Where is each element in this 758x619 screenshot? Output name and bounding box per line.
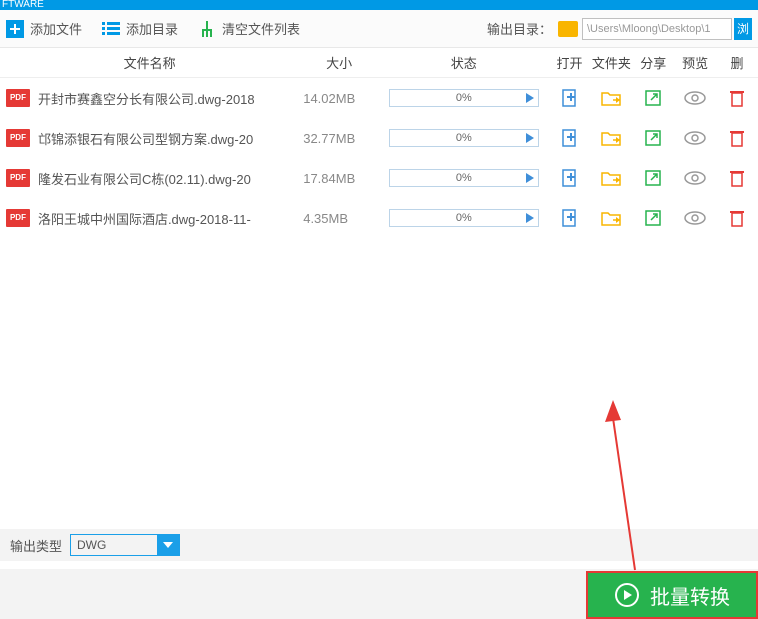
add-dir-button[interactable]: 添加目录 [102,19,178,38]
preview-button[interactable] [674,91,716,105]
add-dir-label: 添加目录 [126,19,178,38]
table-row: PDF 隆发石业有限公司C栋(02.11).dwg-20 17.84MB 0% [0,158,758,198]
open-button[interactable] [549,168,591,188]
play-circle-icon [614,582,640,608]
header-folder: 文件夹 [590,53,632,72]
share-button[interactable] [632,169,674,187]
toolbar: 添加文件 添加目录 清空文件列表 输出目录： 浏 [0,10,758,48]
table-header: 文件名称 大小 状态 打开 文件夹 分享 预览 删 [0,48,758,78]
title-bar: FTWARE [0,0,758,10]
pdf-icon: PDF [6,89,30,107]
convert-label: 批量转换 [650,581,730,610]
folder-button[interactable] [590,170,632,186]
pdf-icon: PDF [6,169,30,187]
chevron-down-icon [157,535,179,555]
header-open: 打开 [549,53,591,72]
header-status: 状态 [379,53,549,72]
add-file-button[interactable]: 添加文件 [6,19,82,38]
progress-label: 0% [390,212,538,224]
batch-convert-button[interactable]: 批量转换 [586,571,758,619]
broom-icon [198,20,216,38]
list-icon [102,20,120,38]
delete-button[interactable] [716,129,758,147]
play-icon [526,213,534,223]
table-row: PDF 开封市赛鑫空分长有限公司.dwg-2018 14.02MB 0% [0,78,758,118]
plus-icon [6,20,24,38]
play-icon [526,93,534,103]
file-size: 4.35MB [299,211,379,226]
delete-button[interactable] [716,169,758,187]
header-delete: 删 [716,53,758,72]
delete-button[interactable] [716,89,758,107]
play-icon [526,133,534,143]
clear-list-label: 清空文件列表 [222,19,300,38]
pdf-icon: PDF [6,209,30,227]
share-button[interactable] [632,129,674,147]
progress-bar[interactable]: 0% [389,89,539,107]
folder-button[interactable] [590,210,632,226]
play-icon [526,173,534,183]
file-name: 邙锦添银石有限公司型钢方案.dwg-20 [38,129,299,148]
share-button[interactable] [632,89,674,107]
file-list: PDF 开封市赛鑫空分长有限公司.dwg-2018 14.02MB 0% PDF… [0,78,758,238]
header-preview: 预览 [674,53,716,72]
file-name: 开封市赛鑫空分长有限公司.dwg-2018 [38,89,299,108]
clear-list-button[interactable]: 清空文件列表 [198,19,300,38]
preview-button[interactable] [674,211,716,225]
open-button[interactable] [549,128,591,148]
file-size: 14.02MB [299,91,379,106]
output-type-value: DWG [77,538,106,552]
output-path-input[interactable] [582,18,732,40]
folder-button[interactable] [590,90,632,106]
open-button[interactable] [549,88,591,108]
browse-button[interactable]: 浏 [734,18,752,40]
progress-bar[interactable]: 0% [389,129,539,147]
progress-bar[interactable]: 0% [389,169,539,187]
table-row: PDF 洛阳王城中州国际酒店.dwg-2018-11- 4.35MB 0% [0,198,758,238]
progress-label: 0% [390,132,538,144]
header-share: 分享 [632,53,674,72]
share-button[interactable] [632,209,674,227]
file-size: 17.84MB [299,171,379,186]
preview-button[interactable] [674,131,716,145]
header-size: 大小 [299,53,379,72]
add-file-label: 添加文件 [30,19,82,38]
file-name: 洛阳王城中州国际酒店.dwg-2018-11- [38,209,299,228]
output-dir-label: 输出目录： [487,19,552,38]
progress-bar[interactable]: 0% [389,209,539,227]
open-button[interactable] [549,208,591,228]
output-type-row: 输出类型 DWG [0,529,758,561]
delete-button[interactable] [716,209,758,227]
table-row: PDF 邙锦添银石有限公司型钢方案.dwg-20 32.77MB 0% [0,118,758,158]
preview-button[interactable] [674,171,716,185]
pdf-icon: PDF [6,129,30,147]
progress-label: 0% [390,172,538,184]
output-type-select[interactable]: DWG [70,534,180,556]
folder-button[interactable] [590,130,632,146]
output-type-label: 输出类型 [10,536,62,555]
header-name: 文件名称 [0,53,299,72]
progress-label: 0% [390,92,538,104]
file-size: 32.77MB [299,131,379,146]
file-name: 隆发石业有限公司C栋(02.11).dwg-20 [38,169,299,188]
folder-icon [558,21,578,37]
